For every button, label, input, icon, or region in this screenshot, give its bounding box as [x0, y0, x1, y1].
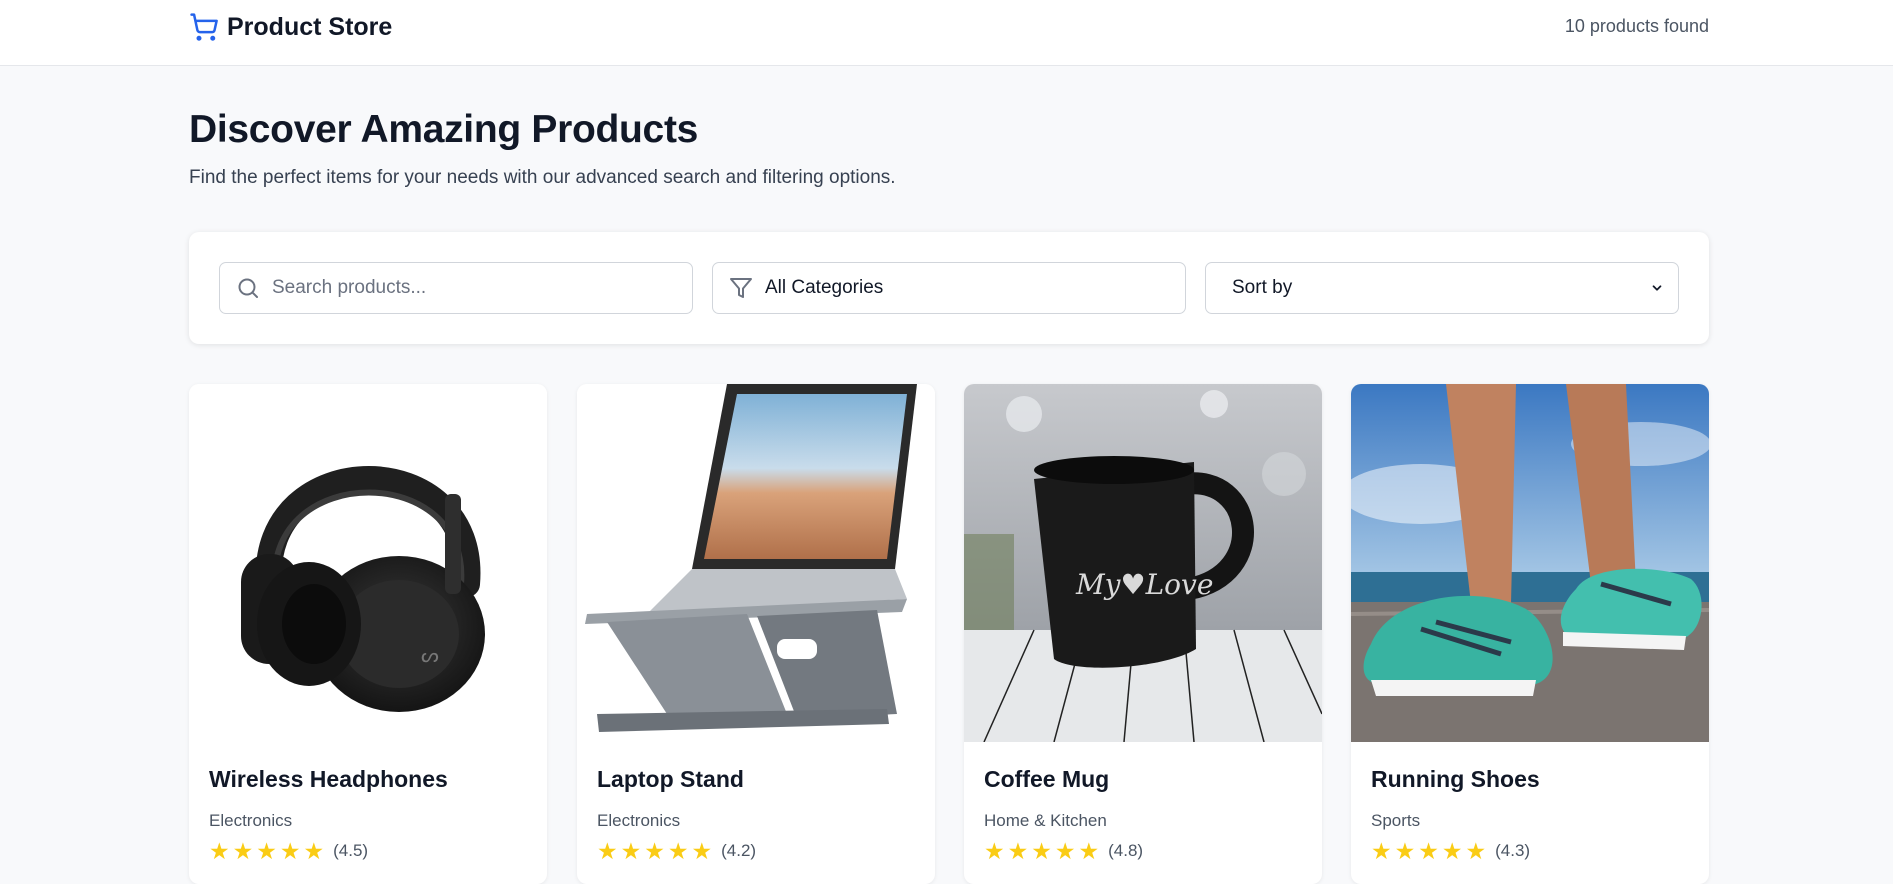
- product-name[interactable]: Coffee Mug: [984, 766, 1109, 793]
- product-rating: ★ ★ ★ ★ ★ (4.8): [984, 838, 1144, 864]
- product-rating: ★ ★ ★ ★ ★ (4.5): [209, 838, 369, 864]
- star-icon: ★: [279, 838, 301, 864]
- sort-select[interactable]: Sort by: [1205, 262, 1679, 314]
- star-icon: ★: [1031, 838, 1052, 864]
- star-icon: ★: [232, 838, 254, 864]
- star-icon: ★: [1007, 838, 1029, 864]
- sort-select-value: Sort by: [1232, 277, 1293, 298]
- star-icon: ★: [691, 838, 713, 864]
- svg-text:ᔕ: ᔕ: [421, 643, 439, 667]
- rating-value: (4.2): [721, 841, 757, 860]
- svg-text:My♥Love: My♥Love: [1075, 568, 1213, 601]
- product-category: Sports: [1371, 811, 1421, 830]
- star-icon: ★: [1394, 838, 1416, 864]
- rating-value: (4.3): [1495, 841, 1531, 860]
- product-image[interactable]: ᔕ: [189, 384, 547, 742]
- rating-value: (4.8): [1108, 841, 1144, 860]
- product-category: Home & Kitchen: [984, 811, 1107, 830]
- star-icon: ★: [1371, 838, 1392, 864]
- store-title: Product Store: [227, 12, 393, 41]
- star-icon: ★: [667, 838, 689, 864]
- star-icon: ★: [620, 838, 642, 864]
- product-category: Electronics: [209, 811, 293, 830]
- star-icon: ★: [1054, 838, 1076, 864]
- product-image[interactable]: [1351, 384, 1709, 742]
- star-icon: ★: [303, 838, 325, 864]
- search-icon: [238, 278, 258, 298]
- category-select-value: All Categories: [765, 277, 884, 298]
- filter-panel: All Categories Sort by: [189, 232, 1709, 344]
- star-icon: ★: [644, 838, 665, 864]
- product-name[interactable]: Running Shoes: [1371, 766, 1540, 793]
- product-rating: ★ ★ ★ ★ ★ (4.2): [597, 838, 757, 864]
- product-name[interactable]: Laptop Stand: [597, 766, 744, 793]
- category-select[interactable]: All Categories: [712, 262, 1186, 314]
- star-icon: ★: [1441, 838, 1463, 864]
- star-icon: ★: [984, 838, 1005, 864]
- star-icon: ★: [1418, 838, 1439, 864]
- product-category: Electronics: [597, 811, 681, 830]
- rating-value: (4.5): [333, 841, 369, 860]
- page-subtitle: Find the perfect items for your needs wi…: [189, 167, 896, 188]
- page-title: Discover Amazing Products: [189, 108, 699, 151]
- product-card[interactable]: Laptop Stand Electronics ★ ★ ★ ★ ★ (4.2): [577, 384, 935, 884]
- shopping-cart-icon: [190, 13, 218, 41]
- search-input[interactable]: [272, 277, 672, 299]
- star-icon: ★: [256, 838, 277, 864]
- product-image[interactable]: [577, 384, 935, 742]
- product-card[interactable]: ᔕ Wireless Headphones Electronics ★ ★ ★ …: [189, 384, 547, 884]
- top-header: Product Store 10 products found: [0, 0, 1893, 66]
- product-card[interactable]: Running Shoes Sports ★ ★ ★ ★ ★ (4.3): [1351, 384, 1709, 884]
- product-name[interactable]: Wireless Headphones: [209, 766, 448, 793]
- product-image[interactable]: My♥Love: [964, 384, 1322, 742]
- store-logo[interactable]: Product Store: [189, 10, 392, 44]
- search-box[interactable]: [219, 262, 693, 314]
- product-rating: ★ ★ ★ ★ ★ (4.3): [1371, 838, 1531, 864]
- filter-icon: [730, 278, 752, 298]
- results-count: 10 products found: [1564, 16, 1709, 36]
- chevron-down-icon: [1652, 285, 1662, 291]
- star-icon: ★: [1465, 838, 1487, 864]
- star-icon: ★: [209, 838, 230, 864]
- star-icon: ★: [597, 838, 618, 864]
- star-icon: ★: [1078, 838, 1100, 864]
- product-card[interactable]: My♥Love Coffee Mug Home & Kitchen ★ ★ ★ …: [964, 384, 1322, 884]
